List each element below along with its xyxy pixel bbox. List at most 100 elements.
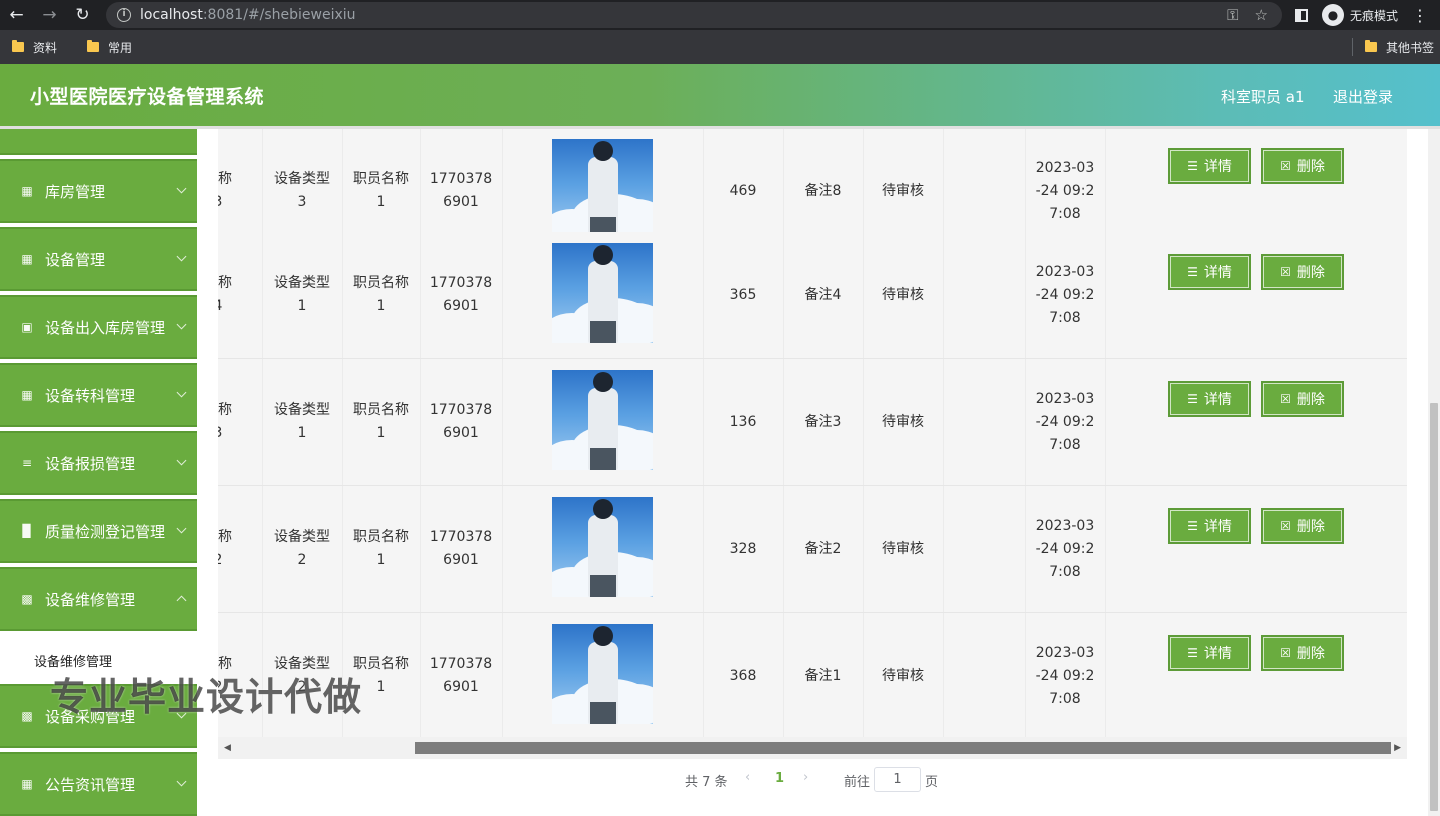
equipment-type-cell: 设备类型 1 (262, 359, 342, 485)
data-table: 名称3设备类型3职员名称117703786901469备注8待审核2023-03… (218, 129, 1407, 737)
person-head (593, 372, 613, 392)
date-cell-line: 7:08 (1049, 205, 1081, 222)
delete-button[interactable]: ☒ 删除 (1261, 254, 1344, 290)
cost-cell: 365 (729, 286, 757, 303)
document-icon: ▩ (21, 592, 33, 606)
delete-button[interactable]: ☒ 删除 (1261, 635, 1344, 671)
delete-button-label: 删除 (1296, 392, 1325, 408)
incognito-icon[interactable]: ● (1321, 4, 1344, 26)
equipment-type-cell-line: 2 (297, 552, 307, 568)
trash-icon: ☒ (1280, 646, 1291, 660)
sidebar-item-label: 设备管理 (45, 250, 106, 269)
detail-button[interactable]: ☰ 详情 (1168, 508, 1251, 544)
equipment-type-cell-line: 设备类型 (274, 529, 330, 545)
side-panel-icon[interactable] (1294, 8, 1308, 22)
date-cell-line: -24 09:2 (1035, 540, 1095, 557)
vertical-scrollbar[interactable] (1428, 129, 1440, 816)
date-cell-line: 7:08 (1049, 436, 1081, 453)
goto-page-input[interactable]: 1 (874, 767, 921, 792)
scrollbar-thumb[interactable] (1430, 403, 1438, 811)
date-cell-line: -24 09:2 (1035, 667, 1095, 684)
date-cell-line: -24 09:2 (1035, 286, 1095, 303)
delete-button[interactable]: ☒ 删除 (1261, 381, 1344, 417)
table-row: 名称 4 设备类型 1 职员名称 1 1770378 6901 365 备注4 待审核 2023-03… (218, 232, 1407, 359)
phone-cell-line: 1770378 (429, 529, 493, 545)
address-bar[interactable]: i localhost:8081/#/shebieweixiu ⚿ ☆ (106, 2, 1282, 28)
horizontal-scrollbar[interactable]: ◀ ▶ (218, 737, 1407, 759)
reload-icon[interactable]: ↻ (66, 0, 99, 30)
staff-name-cell-line: 职员名称 (353, 529, 409, 545)
staff-name-cell: 职员名称 1 (342, 359, 420, 485)
next-page-icon[interactable]: › (803, 770, 808, 785)
sidebar-item-partial[interactable] (0, 129, 197, 155)
bookmarks-divider (1351, 38, 1353, 56)
sidebar-item-equipment-loss[interactable]: ≡ 设备报损管理 (0, 431, 197, 495)
equipment-name-cell-line: 4 (218, 295, 232, 318)
date-cell: 2023-03 -24 09:2 7:08 (1025, 359, 1105, 485)
sidebar-item-equipment-repair[interactable]: ▩ 设备维修管理 (0, 567, 197, 631)
date-cell-line: 2023-03 (1035, 644, 1095, 661)
sidebar-item-quality-check[interactable]: ▉ 质量检测登记管理 (0, 499, 197, 563)
star-icon[interactable]: ☆ (1255, 6, 1268, 24)
person-head (593, 626, 613, 646)
other-bookmarks[interactable]: 其他书签 (1364, 39, 1434, 56)
detail-button[interactable]: ☰ 详情 (1168, 635, 1251, 671)
column-divider (502, 232, 503, 358)
prev-page-icon[interactable]: ‹ (745, 770, 750, 785)
phone-cell-line: 6901 (443, 552, 479, 568)
sidebar-item-storeroom[interactable]: ▦ 库房管理 (0, 159, 197, 223)
table-row: 名称2设备类型2职员名称117703786901368备注1待审核2023-03… (218, 613, 1407, 737)
key-icon[interactable]: ⚿ (1227, 6, 1238, 24)
delete-button[interactable]: ☒ 删除 (1261, 148, 1344, 184)
bookmarks-bar: 资料 常用 其他书签 (0, 30, 1440, 64)
column-divider (1105, 486, 1106, 612)
sidebar-item-equipment-inout[interactable]: ▣ 设备出入库房管理 (0, 295, 197, 359)
equipment-type-cell: 设备类型 2 (262, 486, 342, 612)
equipment-photo (552, 243, 653, 343)
equipment-name-cell: 名称 2 (218, 486, 262, 612)
delete-button-label: 删除 (1296, 265, 1325, 281)
browser-menu-icon[interactable]: ⋮ (1412, 6, 1428, 25)
delete-button-label: 删除 (1296, 519, 1325, 535)
column-divider (943, 232, 944, 358)
staff-name-cell-line: 职员名称 (353, 171, 409, 187)
page-number[interactable]: 1 (775, 771, 784, 786)
back-icon[interactable]: ← (0, 0, 33, 30)
phone-cell: 1770378 6901 (420, 613, 502, 737)
bookmark-folder[interactable]: 资料 (12, 39, 57, 56)
detail-button-label: 详情 (1203, 519, 1232, 535)
sidebar-item-label: 设备维修管理 (45, 590, 136, 609)
date-cell-line: -24 09:2 (1035, 182, 1095, 199)
trash-icon: ☒ (1280, 265, 1291, 279)
scroll-right-icon[interactable]: ▶ (1394, 743, 1401, 753)
equipment-type-cell-line: 设备类型 (274, 171, 330, 187)
column-divider (502, 486, 503, 612)
scroll-left-icon[interactable]: ◀ (224, 743, 231, 753)
column-divider (943, 486, 944, 612)
bookmark-folder[interactable]: 常用 (87, 39, 132, 56)
forward-icon[interactable]: → (33, 0, 66, 30)
detail-button[interactable]: ☰ 详情 (1168, 148, 1251, 184)
logout-link[interactable]: 退出登录 (1333, 86, 1393, 107)
detail-button[interactable]: ☰ 详情 (1168, 381, 1251, 417)
scrollbar-thumb[interactable] (415, 742, 1391, 754)
person-legs (590, 448, 616, 470)
other-bookmarks-label: 其他书签 (1385, 40, 1434, 55)
person-head (593, 499, 613, 519)
sidebar-item-announcements[interactable]: ▦ 公告资讯管理 (0, 752, 197, 816)
sidebar-item-equipment[interactable]: ▦ 设备管理 (0, 227, 197, 291)
current-user: 科室职员 a1 (1221, 88, 1305, 106)
detail-button-label: 详情 (1203, 159, 1232, 175)
detail-button-label: 详情 (1203, 265, 1232, 281)
folder-icon (1364, 40, 1377, 52)
phone-cell-line: 6901 (443, 425, 479, 441)
phone-cell: 1770378 6901 (420, 486, 502, 612)
equipment-name-cell-line: 3 (218, 191, 232, 214)
detail-button[interactable]: ☰ 详情 (1168, 254, 1251, 290)
page-suffix-label: 页 (925, 775, 939, 790)
info-icon[interactable]: i (117, 8, 131, 22)
trash-icon: ☒ (1280, 519, 1291, 533)
sidebar-item-equipment-transfer[interactable]: ▦ 设备转科管理 (0, 363, 197, 427)
delete-button[interactable]: ☒ 删除 (1261, 508, 1344, 544)
staff-name-cell-line: 1 (376, 552, 386, 568)
